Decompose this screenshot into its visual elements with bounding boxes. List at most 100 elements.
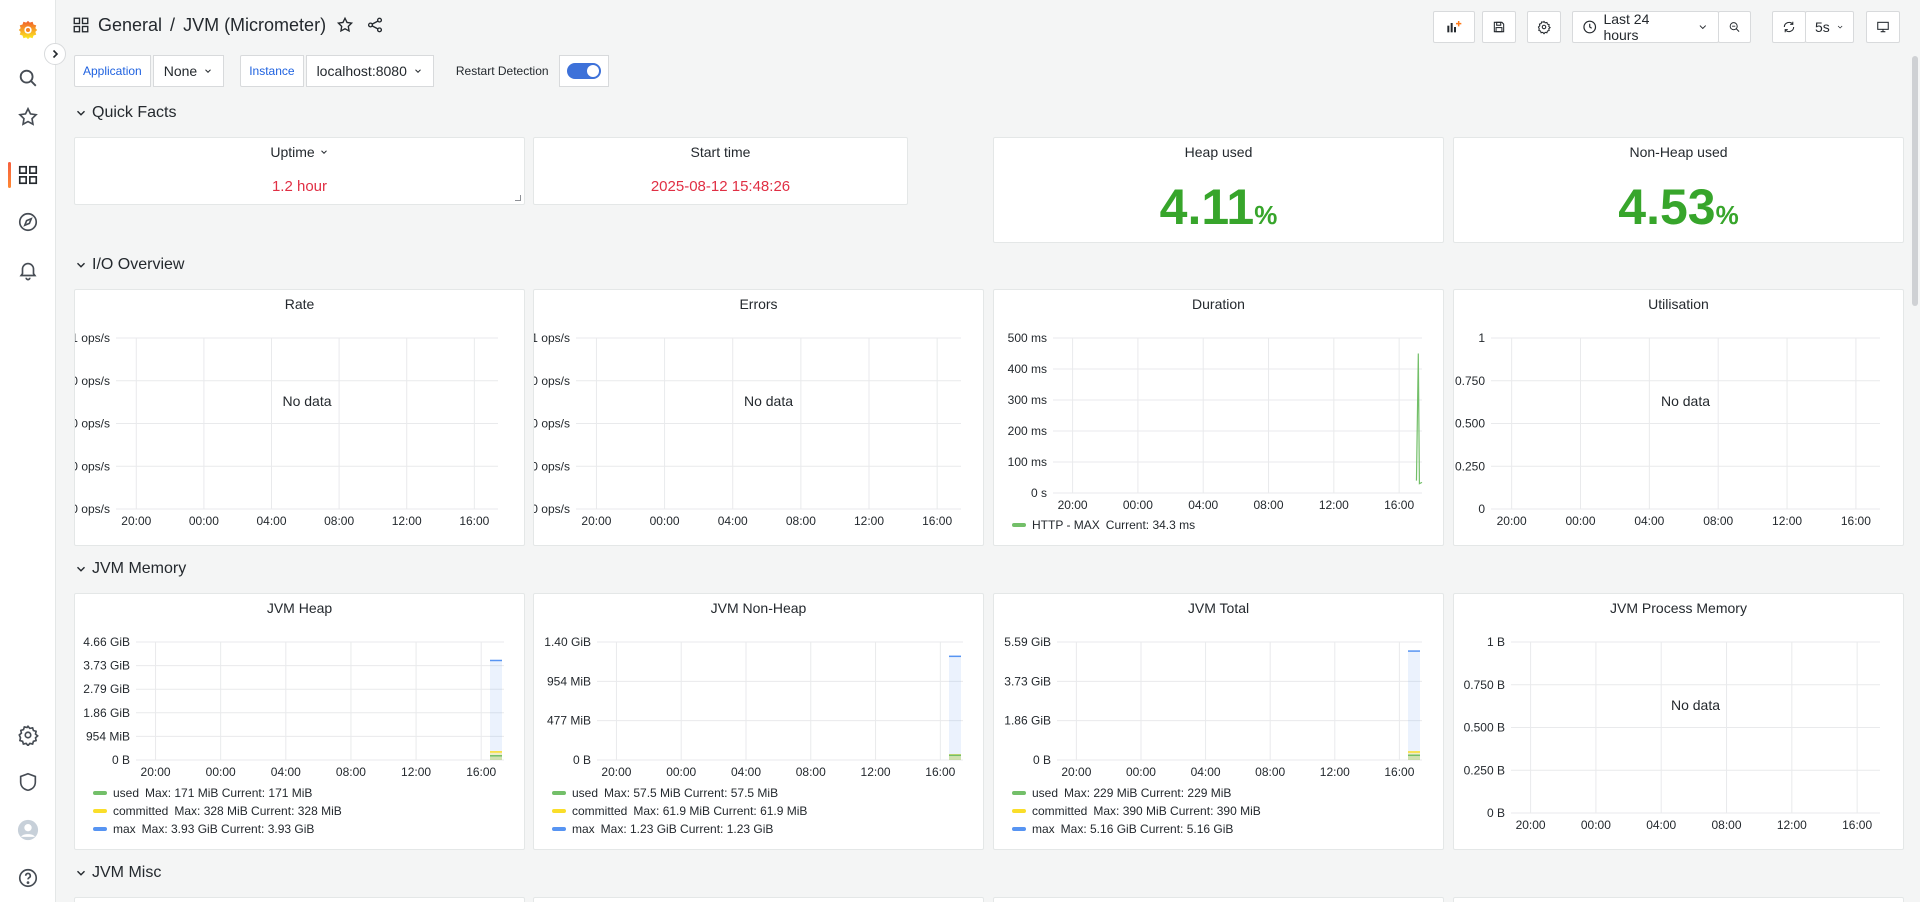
y-tick-label: 1 ops/s	[75, 331, 110, 345]
panel-misc-4[interactable]	[1453, 897, 1904, 902]
legend-swatch	[552, 791, 566, 795]
legend-series-name: max	[1032, 822, 1055, 836]
instance-variable-select[interactable]: localhost:8080	[305, 55, 434, 87]
row-jvm-misc[interactable]: JVM Misc	[74, 864, 161, 882]
row-quick-facts[interactable]: Quick Facts	[74, 104, 176, 122]
uptime-value: 1.2 hour	[271, 178, 328, 195]
refresh-interval-picker[interactable]: 5s	[1805, 11, 1854, 43]
panel-jvm-heap[interactable]: JVM Heap 4.66 GiB 3.73 GiB 2.79 GiB 1.86 GiB…	[74, 593, 525, 850]
help-icon[interactable]	[14, 864, 42, 892]
legend-series-name: committed	[113, 804, 169, 818]
legend-series-name: used	[113, 786, 140, 800]
legend-item-committed[interactable]: committed Max: 61.9 MiB Current: 61.9 MiB	[552, 802, 807, 820]
panel-non-heap-used[interactable]: Non-Heap used 4.53%	[1453, 137, 1904, 243]
non-heap-used-title: Non-Heap used	[1629, 144, 1728, 160]
panel-jvm-process-memory[interactable]: JVM Process Memory 1 B 0.750 B 0.500 B 0.250…	[1453, 593, 1904, 850]
panel-misc-3[interactable]	[993, 897, 1444, 902]
dashboard-settings-button[interactable]	[1527, 11, 1561, 43]
x-tick-label: 12:00	[1772, 514, 1802, 528]
refresh-button[interactable]	[1772, 11, 1806, 43]
resize-handle[interactable]	[515, 195, 521, 201]
page-scrollbar[interactable]	[1912, 56, 1918, 306]
row-jvm-memory[interactable]: JVM Memory	[74, 560, 186, 578]
x-tick-label: 00:00	[189, 514, 219, 528]
starred-icon[interactable]	[14, 103, 42, 131]
legend-item[interactable]: HTTP - MAX Current: 34.3 ms	[1012, 516, 1195, 534]
grafana-logo-icon[interactable]	[14, 16, 42, 44]
x-tick-label: 16:00	[459, 514, 489, 528]
x-tick-label: 08:00	[796, 765, 826, 779]
series-area-max	[1408, 651, 1420, 760]
y-tick-label: 4.66 GiB	[83, 635, 130, 649]
configuration-gear-icon[interactable]	[14, 721, 42, 749]
expand-menu-chevron-icon[interactable]	[44, 43, 66, 65]
x-tick-label: 04:00	[271, 765, 301, 779]
application-variable-select[interactable]: None	[152, 55, 225, 87]
legend-item-used[interactable]: used Max: 171 MiB Current: 171 MiB	[93, 784, 342, 802]
no-data-label: No data	[282, 392, 332, 409]
y-tick-label: 0.750 ops/s	[534, 374, 570, 388]
tv-mode-button[interactable]	[1866, 11, 1900, 43]
share-icon[interactable]	[364, 14, 386, 36]
explore-icon[interactable]	[14, 208, 42, 236]
dashboards-icon[interactable]	[14, 161, 42, 189]
zoom-out-button[interactable]	[1718, 11, 1751, 43]
legend-item-used[interactable]: used Max: 57.5 MiB Current: 57.5 MiB	[552, 784, 807, 802]
y-tick-label: 1.86 GiB	[83, 706, 130, 720]
dashboard-nav: General / JVM (Micrometer) Last 24 hours…	[56, 0, 1920, 52]
save-dashboard-button[interactable]	[1482, 11, 1516, 43]
refresh-interval-label: 5s	[1815, 19, 1830, 35]
breadcrumb-folder[interactable]: General	[98, 15, 162, 36]
search-icon[interactable]	[14, 64, 42, 92]
legend-item-committed[interactable]: committed Max: 390 MiB Current: 390 MiB	[1012, 802, 1261, 820]
panel-misc-2[interactable]	[533, 897, 984, 902]
y-tick-label: 954 MiB	[547, 674, 591, 688]
y-tick-label: 0.250 ops/s	[534, 459, 570, 473]
server-admin-shield-icon[interactable]	[14, 768, 42, 796]
heap-used-title: Heap used	[1184, 144, 1253, 160]
panel-heap-used[interactable]: Heap used 4.11%	[993, 137, 1444, 243]
x-tick-label: 20:00	[581, 514, 611, 528]
panel-rate[interactable]: Rate1 ops/s0.750 ops/s0.500 ops/s0.250 o…	[74, 289, 525, 546]
x-tick-label: 20:00	[1058, 498, 1088, 512]
y-tick-label: 0.500 ops/s	[534, 417, 570, 431]
panel-utilisation[interactable]: Utilisation 1 0.750 0.500 0.250 0 20:00 00:00 04…	[1453, 289, 1904, 546]
alerting-bell-icon[interactable]	[14, 256, 42, 284]
panel-errors[interactable]: Errors1 ops/s0.750 ops/s0.500 ops/s0.250…	[533, 289, 984, 546]
chevron-down-icon	[205, 69, 212, 73]
legend-item-max[interactable]: max Max: 1.23 GiB Current: 1.23 GiB	[552, 820, 807, 838]
panel-duration[interactable]: Duration 500 ms 400 ms 300 ms 200 ms 100 ms 0 …	[993, 289, 1444, 546]
y-tick-label: 0 ops/s	[75, 502, 110, 516]
breadcrumb: General / JVM (Micrometer)	[72, 14, 386, 36]
series-area-max	[490, 660, 502, 760]
legend-item-used[interactable]: used Max: 229 MiB Current: 229 MiB	[1012, 784, 1261, 802]
breadcrumb-separator: /	[170, 14, 176, 35]
star-icon[interactable]	[334, 14, 356, 36]
y-tick-label: 0.750 ops/s	[75, 374, 110, 388]
legend-series-name: max	[572, 822, 595, 836]
dashboard-title[interactable]: JVM (Micrometer)	[183, 15, 326, 36]
x-tick-label: 04:00	[1191, 765, 1221, 779]
panel-title[interactable]: Uptime	[75, 144, 524, 160]
y-tick-label: 0 s	[1031, 486, 1047, 500]
add-panel-button[interactable]	[1433, 11, 1475, 43]
legend-item-max[interactable]: max Max: 3.93 GiB Current: 3.93 GiB	[93, 820, 342, 838]
legend-item-committed[interactable]: committed Max: 328 MiB Current: 328 MiB	[93, 802, 342, 820]
row-io-overview[interactable]: I/O Overview	[74, 256, 184, 274]
time-picker-button[interactable]: Last 24 hours	[1572, 11, 1719, 43]
legend-swatch	[93, 827, 107, 831]
x-tick-label: 08:00	[1254, 498, 1284, 512]
legend-series-name: used	[1032, 786, 1059, 800]
panel-jvm-total[interactable]: JVM Total 5.59 GiB 3.73 GiB 1.86 GiB 0 B 20:0…	[993, 593, 1444, 850]
panel-start-time[interactable]: Start time 2025-08-12 15:48:26	[533, 137, 908, 205]
restart-detection-switch[interactable]	[558, 55, 609, 87]
panel-uptime[interactable]: Uptime 1.2 hour	[74, 137, 525, 205]
x-tick-label: 12:00	[392, 514, 422, 528]
y-tick-label: 1 B	[1487, 635, 1505, 649]
user-avatar-icon[interactable]	[14, 816, 42, 844]
legend-item-max[interactable]: max Max: 5.16 GiB Current: 5.16 GiB	[1012, 820, 1261, 838]
x-tick-label: 20:00	[141, 765, 171, 779]
restart-detection-label: Restart Detection	[455, 64, 549, 78]
panel-misc-1[interactable]	[74, 897, 525, 902]
panel-jvm-non-heap[interactable]: JVM Non-Heap 1.40 GiB 954 MiB 477 MiB 0 B 20:…	[533, 593, 984, 850]
